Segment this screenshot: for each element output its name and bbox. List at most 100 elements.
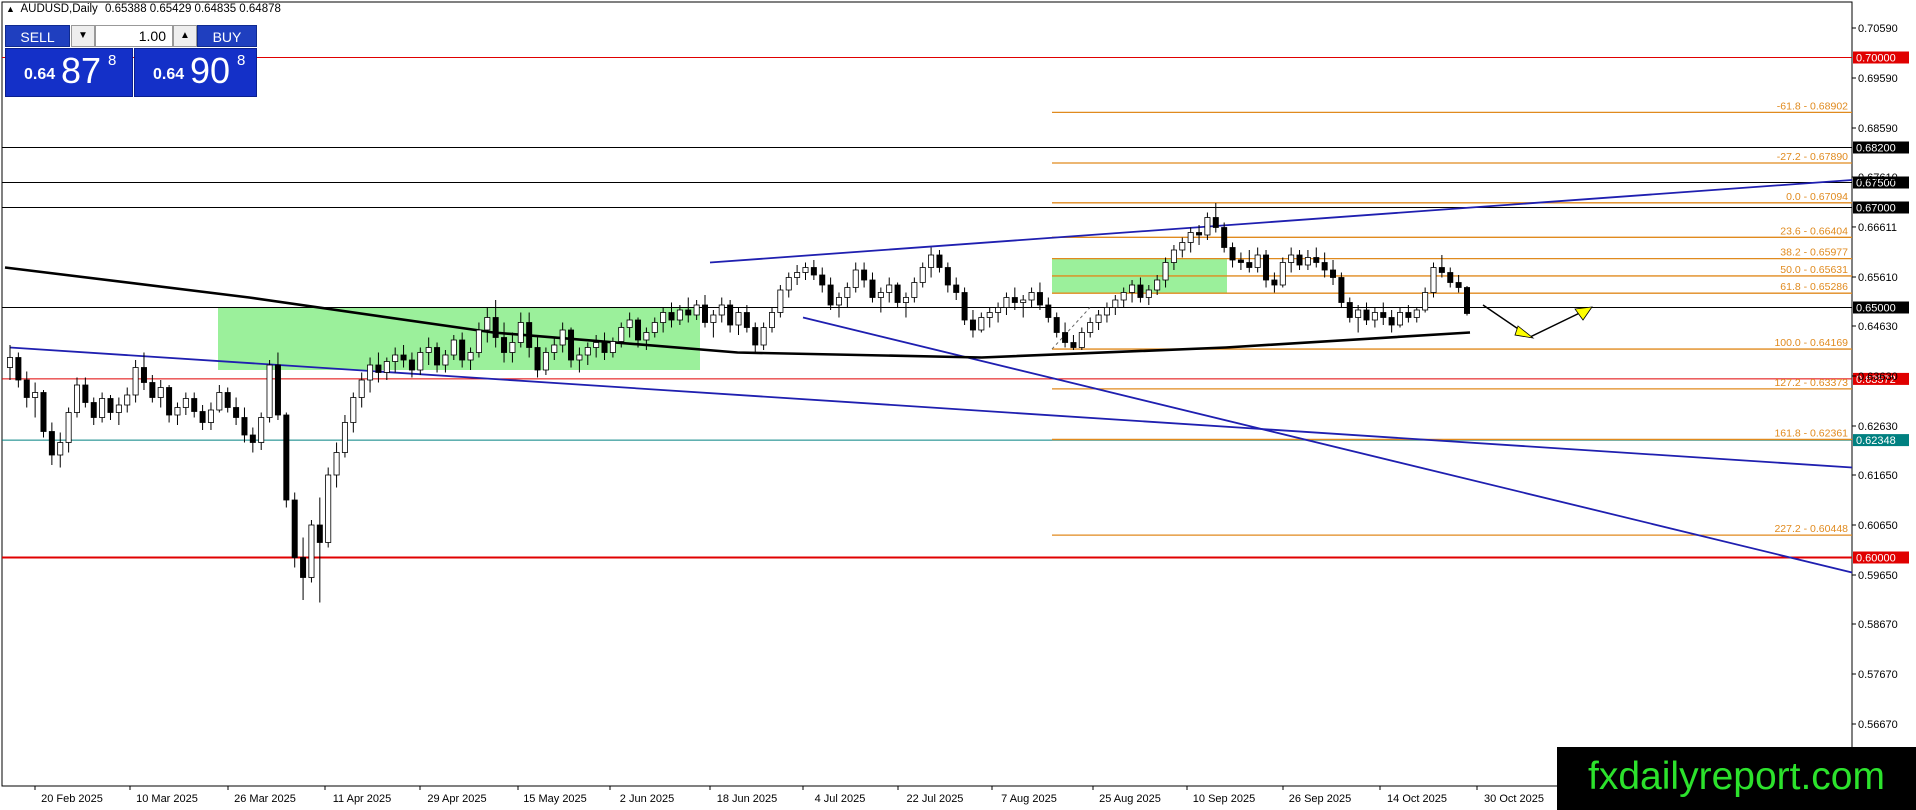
candle-body [1413,309,1420,318]
candle-body [551,344,558,353]
candle-body [1355,309,1362,318]
candle-body [702,304,709,323]
buy-price-box[interactable]: 0.64 90 8 [134,48,257,97]
candle-body [936,254,943,268]
candle-body [1254,254,1261,268]
lot-decrease-button[interactable]: ▼ [71,25,95,47]
fib-label: 23.6 - 0.66404 [1780,225,1848,237]
y-tick-label: 0.65610 [1858,272,1898,284]
candle-body [802,267,809,273]
candle-body [1162,262,1169,281]
candle-body [241,417,248,436]
candle [961,287,968,325]
fib-label: -27.2 - 0.67890 [1777,151,1848,163]
fib-label: 100.0 - 0.64169 [1774,337,1848,349]
candle-body [107,398,114,413]
candle-body [660,312,667,323]
lot-increase-button[interactable]: ▲ [173,25,197,47]
candle-body [1304,257,1311,266]
candle-body [626,319,633,328]
candle-body [249,434,256,443]
candle-body [1380,312,1387,318]
candle-body [844,287,851,298]
candle-body [459,339,466,361]
candle-body [182,398,189,408]
candle-body [408,359,415,371]
candle-body [224,392,231,408]
candle-body [710,314,717,323]
candle-body [735,312,742,326]
candle-body [1330,269,1337,278]
candle-body [609,341,616,353]
candle-body [752,327,759,346]
y-tick-label: 0.66611 [1858,222,1897,234]
candle-body [601,342,608,353]
candle-body [1313,257,1320,263]
candle-body [911,282,918,298]
candle [308,520,315,583]
candle-body [651,322,658,333]
level-price-label: 0.65000 [1856,303,1896,315]
candle-body [425,347,432,353]
candle-body [1371,312,1378,321]
y-tick-label: 0.58670 [1858,619,1898,631]
fib-label: 127.2 - 0.63373 [1774,377,1848,389]
fib-label: 0.0 - 0.67094 [1786,191,1848,203]
candle-body [65,412,72,443]
candle-body [1070,342,1077,348]
fib-label: -61.8 - 0.68902 [1777,100,1848,112]
candle-body [417,352,424,371]
candle-body [635,319,642,341]
candle-body [99,398,106,418]
caret-up-icon: ▲ [180,30,190,41]
candle-body [1062,332,1069,343]
candle-body [1422,292,1429,311]
candle-body [1221,227,1228,248]
candle-body [1321,262,1328,271]
lot-size-input[interactable] [95,25,173,47]
candle-body [676,309,683,321]
candle-body [886,284,893,293]
candle-body [1036,292,1043,306]
candle-body [1388,317,1395,326]
candle [325,467,332,548]
candle-body [1078,332,1085,348]
candle-body [534,347,541,371]
sell-price-sup: 8 [108,52,117,69]
sell-price-box[interactable]: 0.64 87 8 [5,48,133,97]
candle-body [1212,217,1219,228]
x-tick-label: 14 Oct 2025 [1387,793,1447,805]
candle-body [1053,317,1060,333]
candle-body [835,297,842,306]
candle-body [1447,272,1454,283]
y-tick-label: 0.63630 [1858,371,1898,383]
candle-body [894,284,901,303]
candle-body [23,379,30,398]
buy-button[interactable]: BUY [197,25,257,47]
candle-body [1438,267,1445,273]
level-price-label: 0.68200 [1856,143,1896,155]
candle-body [1011,297,1018,303]
sell-button[interactable]: SELL [5,25,70,47]
candle-body [157,387,164,398]
collapse-triangle-icon[interactable]: ▲ [6,4,15,14]
candle-body [768,312,775,328]
candle-body [1338,277,1345,303]
candle-body [509,342,516,353]
candle-body [300,557,307,578]
fib-label: 227.2 - 0.60448 [1774,523,1848,535]
candle-body [308,524,315,578]
x-tick-label: 15 May 2025 [523,793,587,805]
candle-body [475,329,482,353]
candle [266,360,273,423]
x-tick-label: 29 Apr 2025 [427,793,486,805]
level-price-label: 0.70000 [1856,53,1896,65]
candle-body [174,407,181,416]
price-chart[interactable]: 0.700000.682000.675000.670000.650000.635… [0,0,1916,810]
candle-body [685,309,692,316]
candle-body [568,329,575,361]
candle-body [1204,217,1211,236]
candle-body [40,392,47,432]
candle-body [316,524,323,543]
candle-body [484,317,491,331]
